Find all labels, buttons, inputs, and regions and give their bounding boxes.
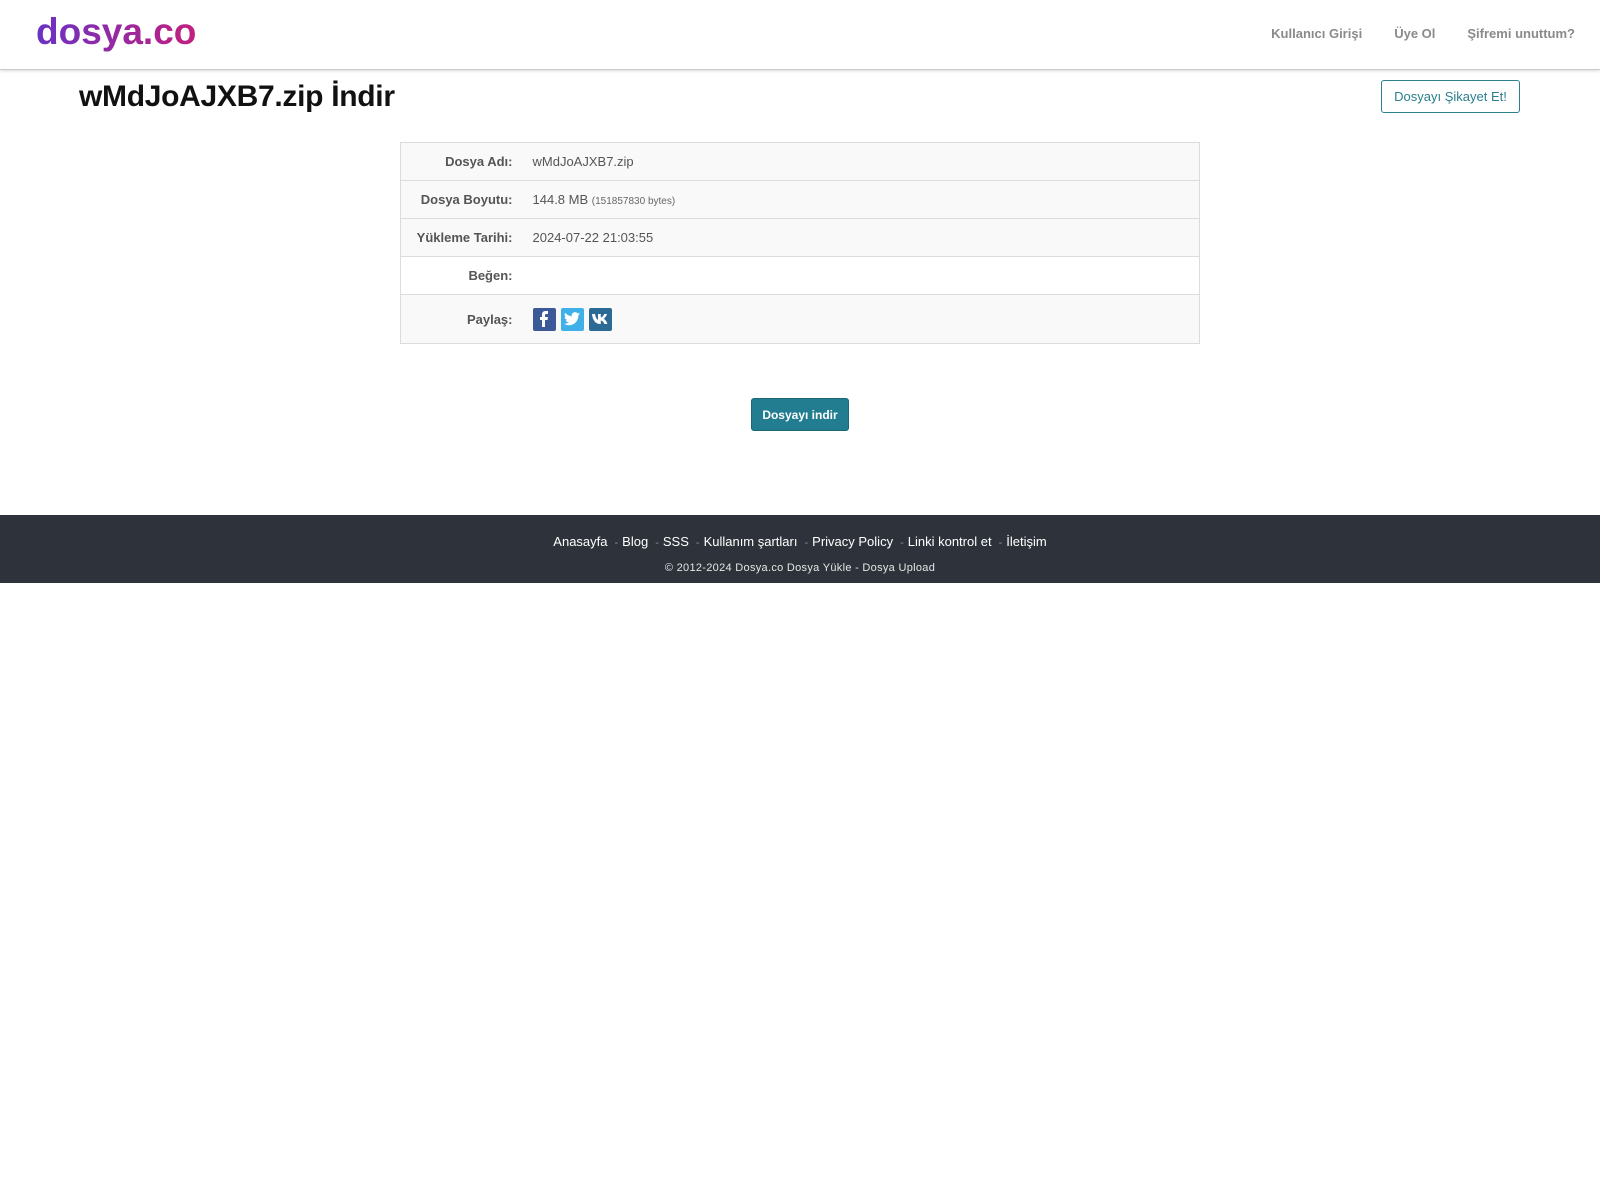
page-title: wMdJoAJXB7.zip İndir xyxy=(79,80,395,113)
footer-separator: - xyxy=(655,537,659,549)
file-size-bytes: (151857830 bytes) xyxy=(591,196,676,207)
nav-forgot-password-link[interactable]: Şifremi unuttum? xyxy=(1467,22,1575,46)
footer-link-terms[interactable]: Kullanım şartları xyxy=(704,534,798,549)
file-name-row: Dosya Adı: wMdJoAJXB7.zip xyxy=(401,143,1200,181)
copyright-text: © 2012-2024 Dosya.co Dosya Yükle - Dosya… xyxy=(664,562,936,574)
file-size-cell: 144.8 MB (151857830 bytes) xyxy=(512,180,1200,219)
footer-separator: - xyxy=(804,537,809,549)
file-name-label: Dosya Adı: xyxy=(445,154,513,169)
nav-login-link[interactable]: Kullanıcı Girişi xyxy=(1271,22,1362,46)
share-icons xyxy=(532,307,1200,331)
svg-text:dosya.co: dosya.co xyxy=(36,14,196,52)
report-file-button[interactable]: Dosyayı Şikayet Et! xyxy=(1381,80,1520,113)
footer: Anasayfa - Blog - SSS - Kullanım şartları - Priv… xyxy=(0,515,1600,583)
footer-link-home[interactable]: Anasayfa xyxy=(553,534,607,549)
file-size-value: 144.8 MB xyxy=(532,192,589,207)
like-value xyxy=(512,256,1200,295)
footer-separator: - xyxy=(695,537,700,549)
upload-date-value: 2024-07-22 21:03:55 xyxy=(512,218,1200,257)
footer-separator: - xyxy=(614,537,619,549)
nav-links: Kullanıcı Girişi Üye Ol Şifremi unuttum? xyxy=(1239,22,1575,46)
footer-link-privacy[interactable]: Privacy Policy xyxy=(812,534,893,549)
share-label: Paylaş: xyxy=(400,294,513,344)
like-label: Beğen: xyxy=(400,256,513,295)
file-size-label: Dosya Boyutu: xyxy=(400,180,513,219)
footer-link-check[interactable]: Linki kontrol et xyxy=(908,534,992,549)
upload-date-row: Yükleme Tarihi: 2024-07-22 21:03:55 xyxy=(400,218,1200,257)
site-logo[interactable]: dosya.co xyxy=(36,14,196,54)
top-navbar: dosya.co Kullanıcı Girişi Üye Ol Şifremi… xyxy=(0,0,1600,70)
nav-register-link[interactable]: Üye Ol xyxy=(1394,22,1435,46)
footer-separator: - xyxy=(998,537,1003,549)
footer-separator: - xyxy=(900,537,904,549)
file-size-row: Dosya Boyutu: 144.8 MB (151857830 bytes) xyxy=(400,180,1200,219)
twitter-icon[interactable] xyxy=(560,307,584,331)
footer-link-contact[interactable]: İletişim xyxy=(1006,534,1046,549)
logo-icon: dosya.co xyxy=(36,14,196,52)
share-cell xyxy=(512,294,1200,344)
footer-links: Anasayfa - Blog - SSS - Kullanım şartları - Priv… xyxy=(0,534,1600,549)
footer-link-blog[interactable]: Blog xyxy=(622,534,648,549)
file-name-value: wMdJoAJXB7.zip xyxy=(532,154,634,169)
footer-link-faq[interactable]: SSS xyxy=(663,534,689,549)
facebook-icon[interactable] xyxy=(532,307,556,331)
like-row: Beğen: xyxy=(400,256,1200,295)
upload-date-label: Yükleme Tarihi: xyxy=(400,218,513,257)
vk-icon[interactable] xyxy=(588,307,612,331)
file-info-table: Dosya Adı: wMdJoAJXB7.zip Dosya Boyutu: … xyxy=(400,142,1200,344)
share-row: Paylaş: xyxy=(400,294,1200,344)
download-file-button[interactable]: Dosyayı indir xyxy=(751,398,849,431)
